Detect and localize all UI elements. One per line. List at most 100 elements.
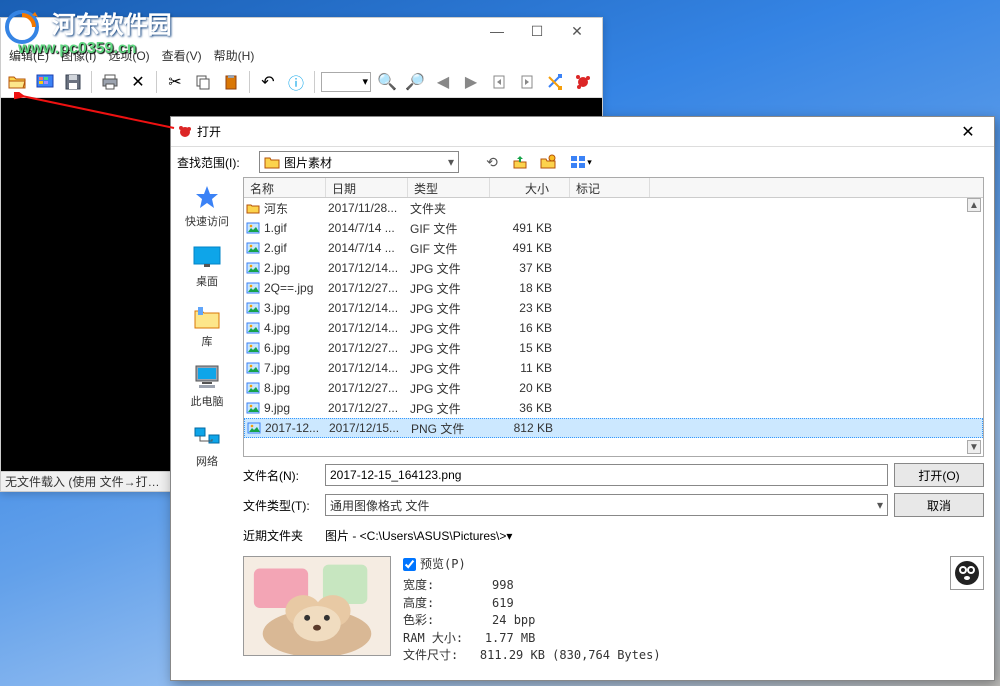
col-type[interactable]: 类型: [408, 178, 490, 197]
cut-button[interactable]: ✂: [163, 70, 187, 94]
file-row[interactable]: 7.jpg2017/12/14...JPG 文件11 KB: [244, 358, 983, 378]
filename-input[interactable]: [325, 464, 888, 486]
settings-button[interactable]: [543, 70, 567, 94]
file-row[interactable]: 2Q==.jpg2017/12/27...JPG 文件18 KB: [244, 278, 983, 298]
main-toolbar: ✕ ✂ ↶ ⓘ ▾ 🔍 🔎 ◀ ▶: [1, 66, 602, 98]
slideshow-button[interactable]: [33, 70, 57, 94]
zoom-out-button[interactable]: 🔎: [403, 70, 427, 94]
place-quick-access[interactable]: 快速访问: [185, 183, 229, 229]
filetype-label: 文件类型(T):: [243, 497, 319, 514]
thispc-icon: [191, 363, 223, 391]
image-file-icon: [246, 221, 260, 235]
zoom-combo[interactable]: ▾: [321, 72, 371, 92]
chevron-down-icon: ▾: [877, 498, 883, 512]
image-file-icon: [246, 321, 260, 335]
dialog-titlebar: 打开 ✕: [171, 117, 994, 147]
image-file-icon: [246, 341, 260, 355]
network-icon: [191, 423, 223, 451]
copy-button[interactable]: [191, 70, 215, 94]
image-file-icon: [246, 241, 260, 255]
col-date[interactable]: 日期: [326, 178, 408, 197]
back-button[interactable]: ⟲: [481, 151, 503, 173]
lookin-label: 查找范围(I):: [177, 154, 253, 171]
minimize-button[interactable]: —: [477, 21, 517, 41]
file-row[interactable]: 6.jpg2017/12/27...JPG 文件15 KB: [244, 338, 983, 358]
open-folder-button[interactable]: [5, 70, 29, 94]
view-mode-button[interactable]: ▾: [565, 151, 597, 173]
preview-thumbnail: [243, 556, 391, 656]
col-tag[interactable]: 标记: [570, 178, 650, 197]
page-prev-button[interactable]: [487, 70, 511, 94]
zoom-in-button[interactable]: 🔍: [375, 70, 399, 94]
place-library[interactable]: 库: [191, 303, 223, 349]
page-next-button[interactable]: [515, 70, 539, 94]
filetype-combo[interactable]: 通用图像格式 文件▾: [325, 494, 888, 516]
quick-access-icon: [191, 183, 223, 211]
next-button[interactable]: ▶: [459, 70, 483, 94]
file-row[interactable]: 2017-12...2017/12/15...PNG 文件812 KB: [244, 418, 983, 438]
watermark-logo: 河东软件园: [5, 5, 172, 44]
folder-name: 图片素材: [284, 154, 332, 171]
image-file-icon: [246, 381, 260, 395]
splatter-icon[interactable]: [571, 70, 595, 94]
close-button[interactable]: ✕: [557, 21, 597, 41]
paste-button[interactable]: [219, 70, 243, 94]
recent-combo[interactable]: 图片 - <C:\Users\ASUS\Pictures\>▾: [325, 527, 984, 544]
cancel-button[interactable]: 取消: [894, 493, 984, 517]
preview-meta: 预览(P) 宽度: 998 高度: 619 色彩: 24 bpp RAM 大小:…: [403, 556, 938, 664]
menu-help[interactable]: 帮助(H): [210, 45, 259, 66]
library-icon: [191, 303, 223, 331]
image-file-icon: [246, 281, 260, 295]
file-row[interactable]: 2.jpg2017/12/14...JPG 文件37 KB: [244, 258, 983, 278]
file-row[interactable]: 9.jpg2017/12/27...JPG 文件36 KB: [244, 398, 983, 418]
print-button[interactable]: [98, 70, 122, 94]
dialog-app-icon: [177, 124, 193, 140]
undo-button[interactable]: ↶: [256, 70, 280, 94]
info-button[interactable]: ⓘ: [284, 70, 308, 94]
image-file-icon: [247, 421, 261, 435]
desktop-icon: [191, 243, 223, 271]
recent-label: 近期文件夹: [243, 527, 319, 544]
open-dialog: 打开 ✕ 查找范围(I): 图片素材 ▾ ⟲ ▾ 快速访问 桌面 库: [170, 116, 995, 681]
places-bar: 快速访问 桌面 库 此电脑 网络: [171, 177, 243, 680]
place-thispc[interactable]: 此电脑: [191, 363, 224, 409]
file-list[interactable]: 名称 日期 类型 大小 标记 河东2017/11/28...文件夹1.gif20…: [243, 177, 984, 457]
scroll-down-button[interactable]: ▼: [967, 440, 981, 454]
image-file-icon: [246, 261, 260, 275]
place-desktop[interactable]: 桌面: [191, 243, 223, 289]
folder-icon: [246, 201, 260, 215]
save-button[interactable]: [61, 70, 85, 94]
image-file-icon: [246, 401, 260, 415]
file-row[interactable]: 4.jpg2017/12/14...JPG 文件16 KB: [244, 318, 983, 338]
file-row[interactable]: 8.jpg2017/12/27...JPG 文件20 KB: [244, 378, 983, 398]
menu-view[interactable]: 查看(V): [158, 45, 206, 66]
format-icon: [950, 556, 984, 590]
chevron-down-icon: ▾: [448, 155, 454, 169]
file-row[interactable]: 1.gif2014/7/14 ...GIF 文件491 KB: [244, 218, 983, 238]
place-network[interactable]: 网络: [191, 423, 223, 469]
scroll-up-button[interactable]: ▲: [967, 198, 981, 212]
image-file-icon: [246, 361, 260, 375]
prev-button[interactable]: ◀: [431, 70, 455, 94]
open-button[interactable]: 打开(O): [894, 463, 984, 487]
new-folder-button[interactable]: [537, 151, 559, 173]
file-row[interactable]: 河东2017/11/28...文件夹: [244, 198, 983, 218]
preview-checkbox-label: 预览(P): [420, 556, 466, 573]
col-size[interactable]: 大小: [490, 178, 570, 197]
preview-checkbox[interactable]: [403, 558, 416, 571]
file-row[interactable]: 3.jpg2017/12/14...JPG 文件23 KB: [244, 298, 983, 318]
dialog-title: 打开: [197, 123, 948, 140]
file-list-header: 名称 日期 类型 大小 标记: [244, 178, 983, 198]
delete-button[interactable]: ✕: [126, 70, 150, 94]
image-file-icon: [246, 301, 260, 315]
up-button[interactable]: [509, 151, 531, 173]
filename-label: 文件名(N):: [243, 467, 319, 484]
dialog-close-button[interactable]: ✕: [948, 120, 988, 144]
folder-combo[interactable]: 图片素材 ▾: [259, 151, 459, 173]
file-row[interactable]: 2.gif2014/7/14 ...GIF 文件491 KB: [244, 238, 983, 258]
maximize-button[interactable]: ☐: [517, 21, 557, 41]
chevron-down-icon: ▾: [506, 529, 512, 543]
watermark-url: www.pc0359.cn: [18, 40, 137, 58]
dialog-toolbar: 查找范围(I): 图片素材 ▾ ⟲ ▾: [171, 147, 994, 177]
col-name[interactable]: 名称: [244, 178, 326, 197]
